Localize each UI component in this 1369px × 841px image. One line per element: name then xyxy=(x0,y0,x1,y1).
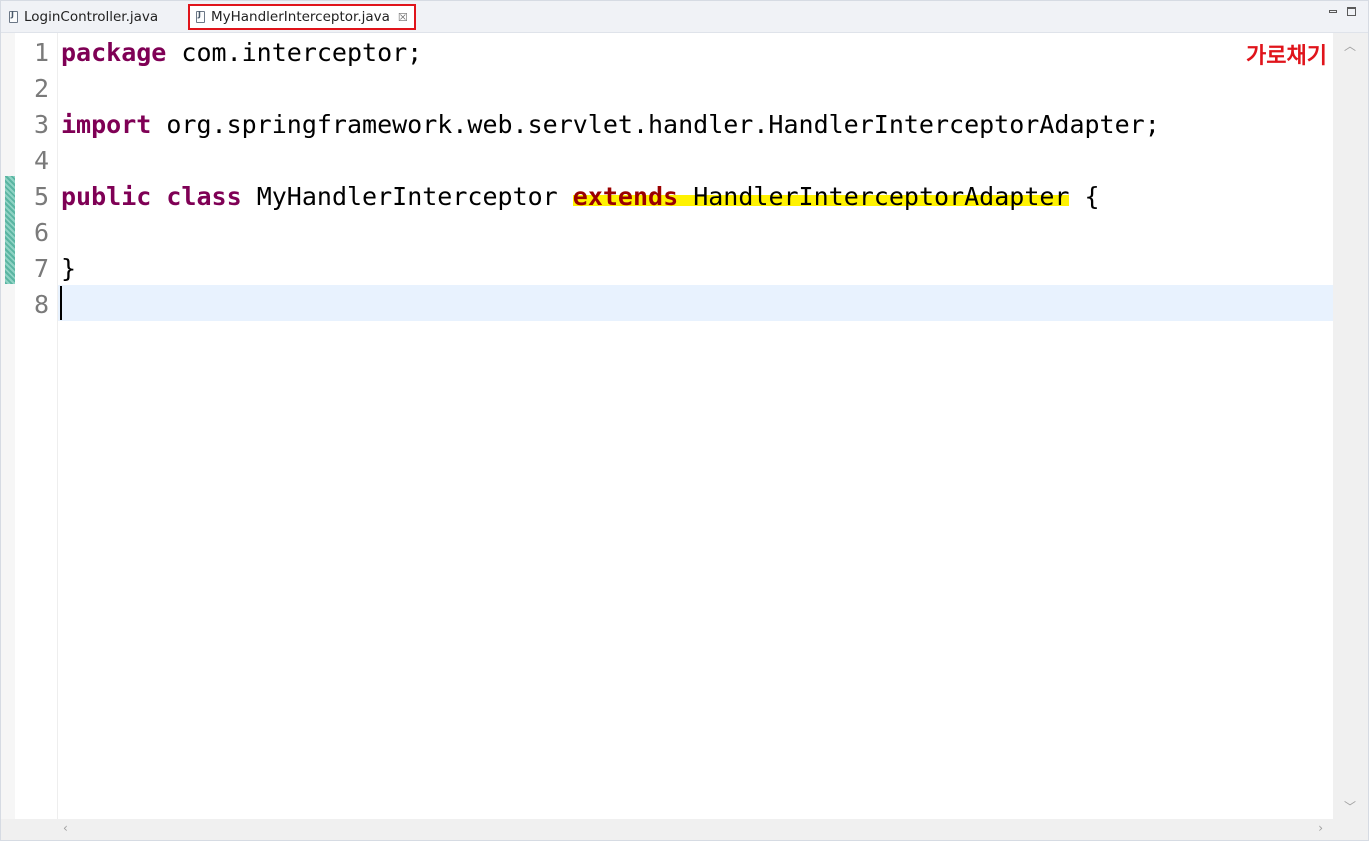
line-number: 2 xyxy=(33,74,49,103)
overview-gutter xyxy=(1,33,15,819)
line-number: 5 xyxy=(33,182,49,211)
tab-label: LoginController.java xyxy=(24,9,159,25)
keyword: public xyxy=(61,182,152,211)
keyword: class xyxy=(166,182,242,211)
line-number: 8 xyxy=(33,290,49,319)
code-line-class-declaration[interactable]: public class MyHandlerInterceptor extend… xyxy=(61,179,1100,215)
quick-diff-change-marker xyxy=(5,176,15,284)
line-number: 4 xyxy=(33,146,49,175)
vertical-scrollbar[interactable]: ︿ ﹀ xyxy=(1333,33,1368,819)
keyword-extends: extends xyxy=(572,182,679,211)
java-file-icon xyxy=(196,10,205,23)
close-tab-icon[interactable]: ☒ xyxy=(398,12,408,23)
superclass-name: HandlerInterceptorAdapter xyxy=(678,182,1070,211)
tab-label: MyHandlerInterceptor.java xyxy=(211,9,390,25)
scroll-right-icon[interactable]: › xyxy=(1318,821,1323,835)
intercept-annotation: 가로채기 xyxy=(1246,44,1327,69)
code-editor[interactable]: 1 2 3 4 5 6 7 8 package com.interceptor;… xyxy=(1,33,1333,819)
tab-my-handler-interceptor[interactable]: MyHandlerInterceptor.java ☒ xyxy=(188,4,416,30)
keyword: import xyxy=(61,110,152,139)
code-text: com.interceptor; xyxy=(166,38,423,67)
maximize-icon[interactable] xyxy=(1347,7,1356,16)
code-text: { xyxy=(1069,182,1100,211)
scrollbar-corner xyxy=(1333,819,1368,840)
line-number: 6 xyxy=(33,218,49,247)
code-text: org.springframework.web.servlet.handler.… xyxy=(151,110,1160,139)
code-text: } xyxy=(61,254,77,283)
editor-tab-bar: LoginController.java MyHandlerIntercepto… xyxy=(1,1,1368,33)
highlighted-extends-clause: extends HandlerInterceptorAdapter xyxy=(572,182,1070,211)
keyword: package xyxy=(61,38,167,67)
code-line-import[interactable]: import org.springframework.web.servlet.h… xyxy=(61,107,1160,143)
code-line-package[interactable]: package com.interceptor; xyxy=(61,35,422,71)
code-line-closing-brace[interactable]: } xyxy=(61,251,76,287)
editor-window: LoginController.java MyHandlerIntercepto… xyxy=(0,0,1369,841)
scroll-left-icon[interactable]: ‹ xyxy=(63,821,68,835)
java-file-icon xyxy=(9,10,18,23)
scroll-down-icon[interactable]: ﹀ xyxy=(1344,798,1356,815)
class-name: MyHandlerInterceptor xyxy=(241,182,573,211)
line-number: 7 xyxy=(33,254,49,283)
editor-window-controls xyxy=(1329,7,1356,16)
line-number: 1 xyxy=(33,38,49,67)
horizontal-scrollbar[interactable]: ‹ › xyxy=(1,819,1333,840)
current-line-highlight xyxy=(58,285,1333,321)
line-number: 3 xyxy=(33,110,49,139)
text-caret xyxy=(60,286,62,320)
minimize-icon[interactable] xyxy=(1329,10,1337,13)
tab-login-controller[interactable]: LoginController.java xyxy=(3,5,164,29)
scroll-up-icon[interactable]: ︿ xyxy=(1344,37,1356,54)
